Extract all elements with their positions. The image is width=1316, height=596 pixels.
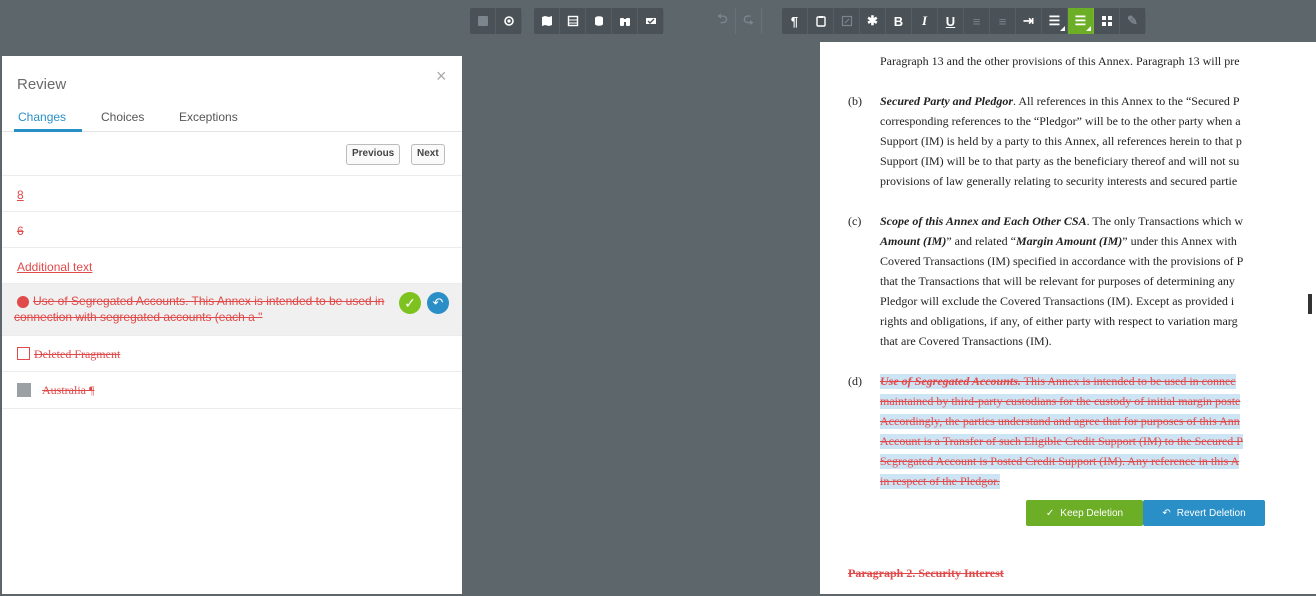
tab-exceptions[interactable]: Exceptions	[179, 110, 238, 124]
item-label-b: (b)	[848, 94, 862, 108]
deleted-text[interactable]: maintained by third-party custodians for…	[880, 394, 1241, 409]
deleted-text[interactable]: Segregated Account is Posted Credit Supp…	[880, 454, 1240, 469]
change-text-line2: connection with segregated accounts (eac…	[14, 310, 263, 324]
change-item-selected[interactable]: Use of Segregated Accounts. This Annex i…	[2, 283, 462, 335]
doc-text: corresponding references to the “Pledgor…	[880, 114, 1241, 128]
toolbar-group-file	[470, 8, 522, 34]
accept-check-icon[interactable]: ✓	[399, 292, 421, 314]
doc-text: Scope of this Annex and Each Other CSA. …	[880, 214, 1243, 229]
toolbar-group-format: ¶ ✱ B I U ≡ ≡ ⇥ ☰ ☰ ✎	[782, 8, 1146, 34]
undo-icon: ↶	[1162, 507, 1171, 519]
doc-text: provisions of law generally relating to …	[880, 174, 1238, 188]
redo-icon[interactable]: ⮎	[736, 8, 762, 34]
review-tabs: Changes Choices Exceptions	[2, 106, 462, 132]
change-item[interactable]: Australia ¶	[2, 371, 462, 409]
save-icon[interactable]	[470, 8, 496, 34]
deleted-text[interactable]: Account is a Transfer of such Eligible C…	[880, 434, 1243, 449]
close-icon[interactable]: ×	[436, 66, 447, 87]
bold-icon[interactable]: B	[886, 8, 912, 34]
doc-text: Pledgor will exclude the Covered Transac…	[880, 294, 1235, 308]
active-tab-indicator	[14, 129, 82, 132]
indent-disabled-icon[interactable]: ≡	[990, 8, 1016, 34]
bold-term: Margin Amount (IM)	[1015, 234, 1123, 248]
doc-text: Support (IM) is held by a party to this …	[880, 134, 1242, 148]
doc-text-span: . All references in this Annex to the “S…	[1013, 94, 1240, 108]
change-text: 8	[17, 188, 24, 202]
toolbar-group-history: ⮌ ⮎	[710, 8, 762, 34]
change-item[interactable]: 6	[2, 211, 462, 247]
doc-text-span: ” under this Annex with	[1122, 234, 1237, 248]
doc-text-span: . The only Transactions which w	[1086, 214, 1244, 228]
deletion-dot-icon	[17, 296, 29, 308]
list-icon[interactable]: ☰	[1042, 8, 1068, 34]
section-title-c: Scope of this Annex and Each Other CSA	[880, 214, 1087, 228]
doc-text: Support (IM) will be to that party as th…	[880, 154, 1240, 168]
deleted-text[interactable]: Accordingly, the parties understand and …	[880, 414, 1240, 429]
underline-icon[interactable]: U	[938, 8, 964, 34]
doc-text: that are Covered Transactions (IM).	[880, 334, 1052, 348]
deleted-heading: Paragraph 2. Security Interest	[848, 566, 1004, 580]
section-title-d: Use of Segregated Accounts.	[880, 374, 1021, 388]
review-panel: Review × Changes Choices Exceptions Prev…	[2, 56, 462, 594]
change-text-line1: Use of Segregated Accounts. This Annex i…	[33, 294, 385, 308]
toolbar: ⮌ ⮎ ¶ ✱ B I U ≡ ≡ ⇥ ☰ ☰ ✎	[0, 0, 1316, 42]
change-item[interactable]: Additional text	[2, 247, 462, 283]
doc-text: Paragraph 13 and the other provisions of…	[880, 54, 1240, 68]
document-page[interactable]: Paragraph 13 and the other provisions of…	[820, 42, 1316, 594]
keep-deletion-button[interactable]: ✓ Keep Deletion	[1026, 500, 1143, 526]
italic-icon[interactable]: I	[912, 8, 938, 34]
doc-text: Covered Transactions (IM) specified in a…	[880, 254, 1244, 268]
change-text: Additional text	[17, 260, 93, 274]
grid-icon[interactable]	[1094, 8, 1120, 34]
change-text: Australia ¶	[42, 383, 95, 397]
item-label-c: (c)	[848, 214, 862, 228]
previous-button[interactable]: Previous	[346, 144, 401, 165]
database-icon[interactable]	[586, 8, 612, 34]
clipboard-icon[interactable]	[808, 8, 834, 34]
bold-term: Amount (IM)	[880, 234, 947, 248]
table-icon[interactable]	[560, 8, 586, 34]
change-item[interactable]: Deleted Fragment	[2, 335, 462, 371]
deleted-text[interactable]: Use of Segregated Accounts. This Annex i…	[880, 374, 1236, 389]
paragraph-mark-icon[interactable]: ¶	[782, 8, 808, 34]
item-label-d: (d)	[848, 374, 862, 388]
doc-text: rights and obligations, if any, of eithe…	[880, 314, 1238, 328]
check-icon: ✓	[1045, 507, 1055, 519]
list-active-icon[interactable]: ☰	[1068, 8, 1094, 34]
revert-undo-icon[interactable]: ↶	[427, 292, 449, 314]
preview-eye-icon[interactable]	[496, 8, 522, 34]
change-text: 6	[17, 224, 24, 238]
pencil-icon[interactable]: ✎	[1120, 8, 1146, 34]
deleted-text[interactable]: in respect of the Pledgor.	[880, 474, 1000, 489]
text-cursor	[1308, 294, 1312, 314]
change-text: Deleted Fragment	[34, 347, 121, 361]
doc-text: that the Transactions that will be relev…	[880, 274, 1235, 288]
table-layout-icon	[17, 383, 31, 397]
check-list-icon[interactable]	[638, 8, 664, 34]
change-item[interactable]: 8	[2, 175, 462, 211]
edit-box-icon[interactable]	[834, 8, 860, 34]
map-icon[interactable]	[534, 8, 560, 34]
keep-deletion-label: Keep Deletion	[1060, 507, 1124, 519]
fragment-icon	[17, 347, 30, 360]
doc-text-span: ” and related “	[946, 234, 1016, 248]
binoculars-icon[interactable]	[612, 8, 638, 34]
review-title: Review	[17, 76, 67, 93]
toolbar-group-tools	[534, 8, 664, 34]
undo-icon[interactable]: ⮌	[710, 8, 736, 34]
tab-changes[interactable]: Changes	[18, 110, 66, 124]
section-title-b: Secured Party and Pledgor	[880, 94, 1013, 108]
doc-text: Amount (IM)” and related “Margin Amount …	[880, 234, 1237, 249]
doc-text-span: This Annex is intended to be used in con…	[1020, 374, 1236, 388]
next-button[interactable]: Next	[411, 144, 445, 165]
revert-deletion-button[interactable]: ↶ Revert Deletion	[1143, 500, 1265, 526]
indent-icon[interactable]: ⇥	[1016, 8, 1042, 34]
asterisk-icon[interactable]: ✱	[860, 8, 886, 34]
doc-text: Secured Party and Pledgor. All reference…	[880, 94, 1240, 109]
revert-deletion-label: Revert Deletion	[1176, 507, 1246, 519]
tab-choices[interactable]: Choices	[101, 110, 144, 124]
outdent-icon[interactable]: ≡	[964, 8, 990, 34]
